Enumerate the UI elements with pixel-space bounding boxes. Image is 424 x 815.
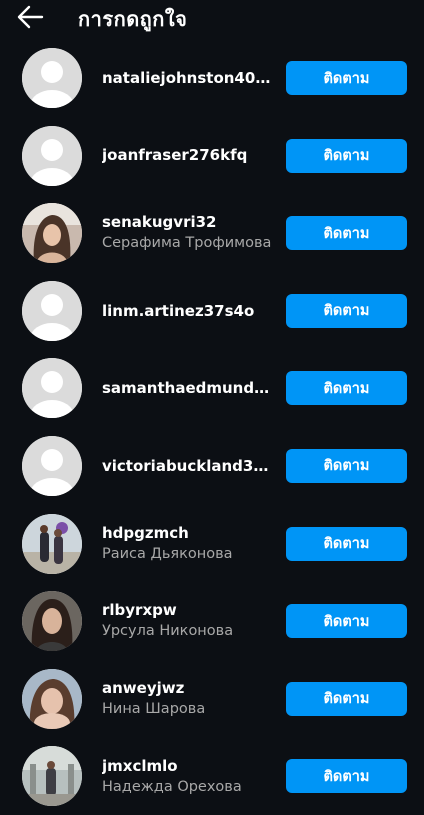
default-avatar[interactable] [22,280,82,341]
list-item[interactable]: joanfraser276kfq ติดตาม [0,117,424,195]
username[interactable]: jmxclmlo [102,756,274,776]
profile-photo-avatar[interactable] [22,203,82,264]
follow-button[interactable]: ติดตาม [286,759,407,794]
follow-button[interactable]: ติดตาม [286,526,407,561]
username[interactable]: victoriabuckland3aq6 [102,456,274,476]
follow-button[interactable]: ติดตาม [286,681,407,716]
profile-photo-avatar[interactable] [22,513,82,574]
default-avatar[interactable] [22,48,82,108]
username[interactable]: samanthaedmunds638... [102,378,274,398]
full-name: Раиса Дьяконова [102,545,233,562]
follow-button[interactable]: ติดตาม [286,216,407,251]
default-avatar[interactable] [22,125,82,186]
default-avatar[interactable] [22,435,82,496]
follow-button[interactable]: ติดตาม [286,371,407,406]
list-item[interactable]: senakugvri32 Серафима Трофимова ติดตาม [0,194,424,272]
likes-list: nataliejohnston40654c ติดตาม joanfraser2… [0,39,424,815]
follow-button[interactable]: ติดตาม [286,138,407,173]
list-item[interactable]: linm.artinez37s4o ติดตาม [0,272,424,350]
profile-photo-avatar[interactable] [22,668,82,729]
username[interactable]: joanfraser276kfq [102,145,274,165]
full-name: Урсула Никонова [102,623,234,640]
full-name: Серафима Трофимова [102,235,272,252]
username[interactable]: senakugvri32 [102,212,274,232]
back-arrow-icon[interactable] [16,4,44,30]
list-item[interactable]: jmxclmlo Надежда Орехова ติดตาม [0,737,424,815]
follow-button[interactable]: ติดตาม [286,448,407,483]
follow-button[interactable]: ติดตาม [286,604,407,639]
default-avatar[interactable] [22,358,82,419]
top-bar: การกดถูกใจ [0,0,424,34]
list-item[interactable]: rlbyrxpw Урсула Никонова ติดตาม [0,582,424,660]
username[interactable]: anweyjwz [102,678,274,698]
full-name: Нина Шарова [102,701,206,718]
page-title: การกดถูกใจ [78,7,188,31]
list-item[interactable]: anweyjwz Нина Шарова ติดตาม [0,660,424,738]
full-name: Надежда Орехова [102,778,242,795]
list-item[interactable]: hdpgzmch Раиса Дьяконова ติดตาม [0,505,424,583]
username[interactable]: rlbyrxpw [102,600,274,620]
follow-button[interactable]: ติดตาม [286,61,407,95]
follow-button[interactable]: ติดตาม [286,293,407,328]
username[interactable]: nataliejohnston40654c [102,68,274,88]
list-item[interactable]: samanthaedmunds638... ติดตาม [0,349,424,427]
profile-photo-avatar[interactable] [22,746,82,807]
list-item[interactable]: nataliejohnston40654c ติดตาม [0,39,424,117]
username[interactable]: hdpgzmch [102,523,274,543]
list-item[interactable]: victoriabuckland3aq6 ติดตาม [0,427,424,505]
username[interactable]: linm.artinez37s4o [102,301,274,321]
profile-photo-avatar[interactable] [22,591,82,652]
